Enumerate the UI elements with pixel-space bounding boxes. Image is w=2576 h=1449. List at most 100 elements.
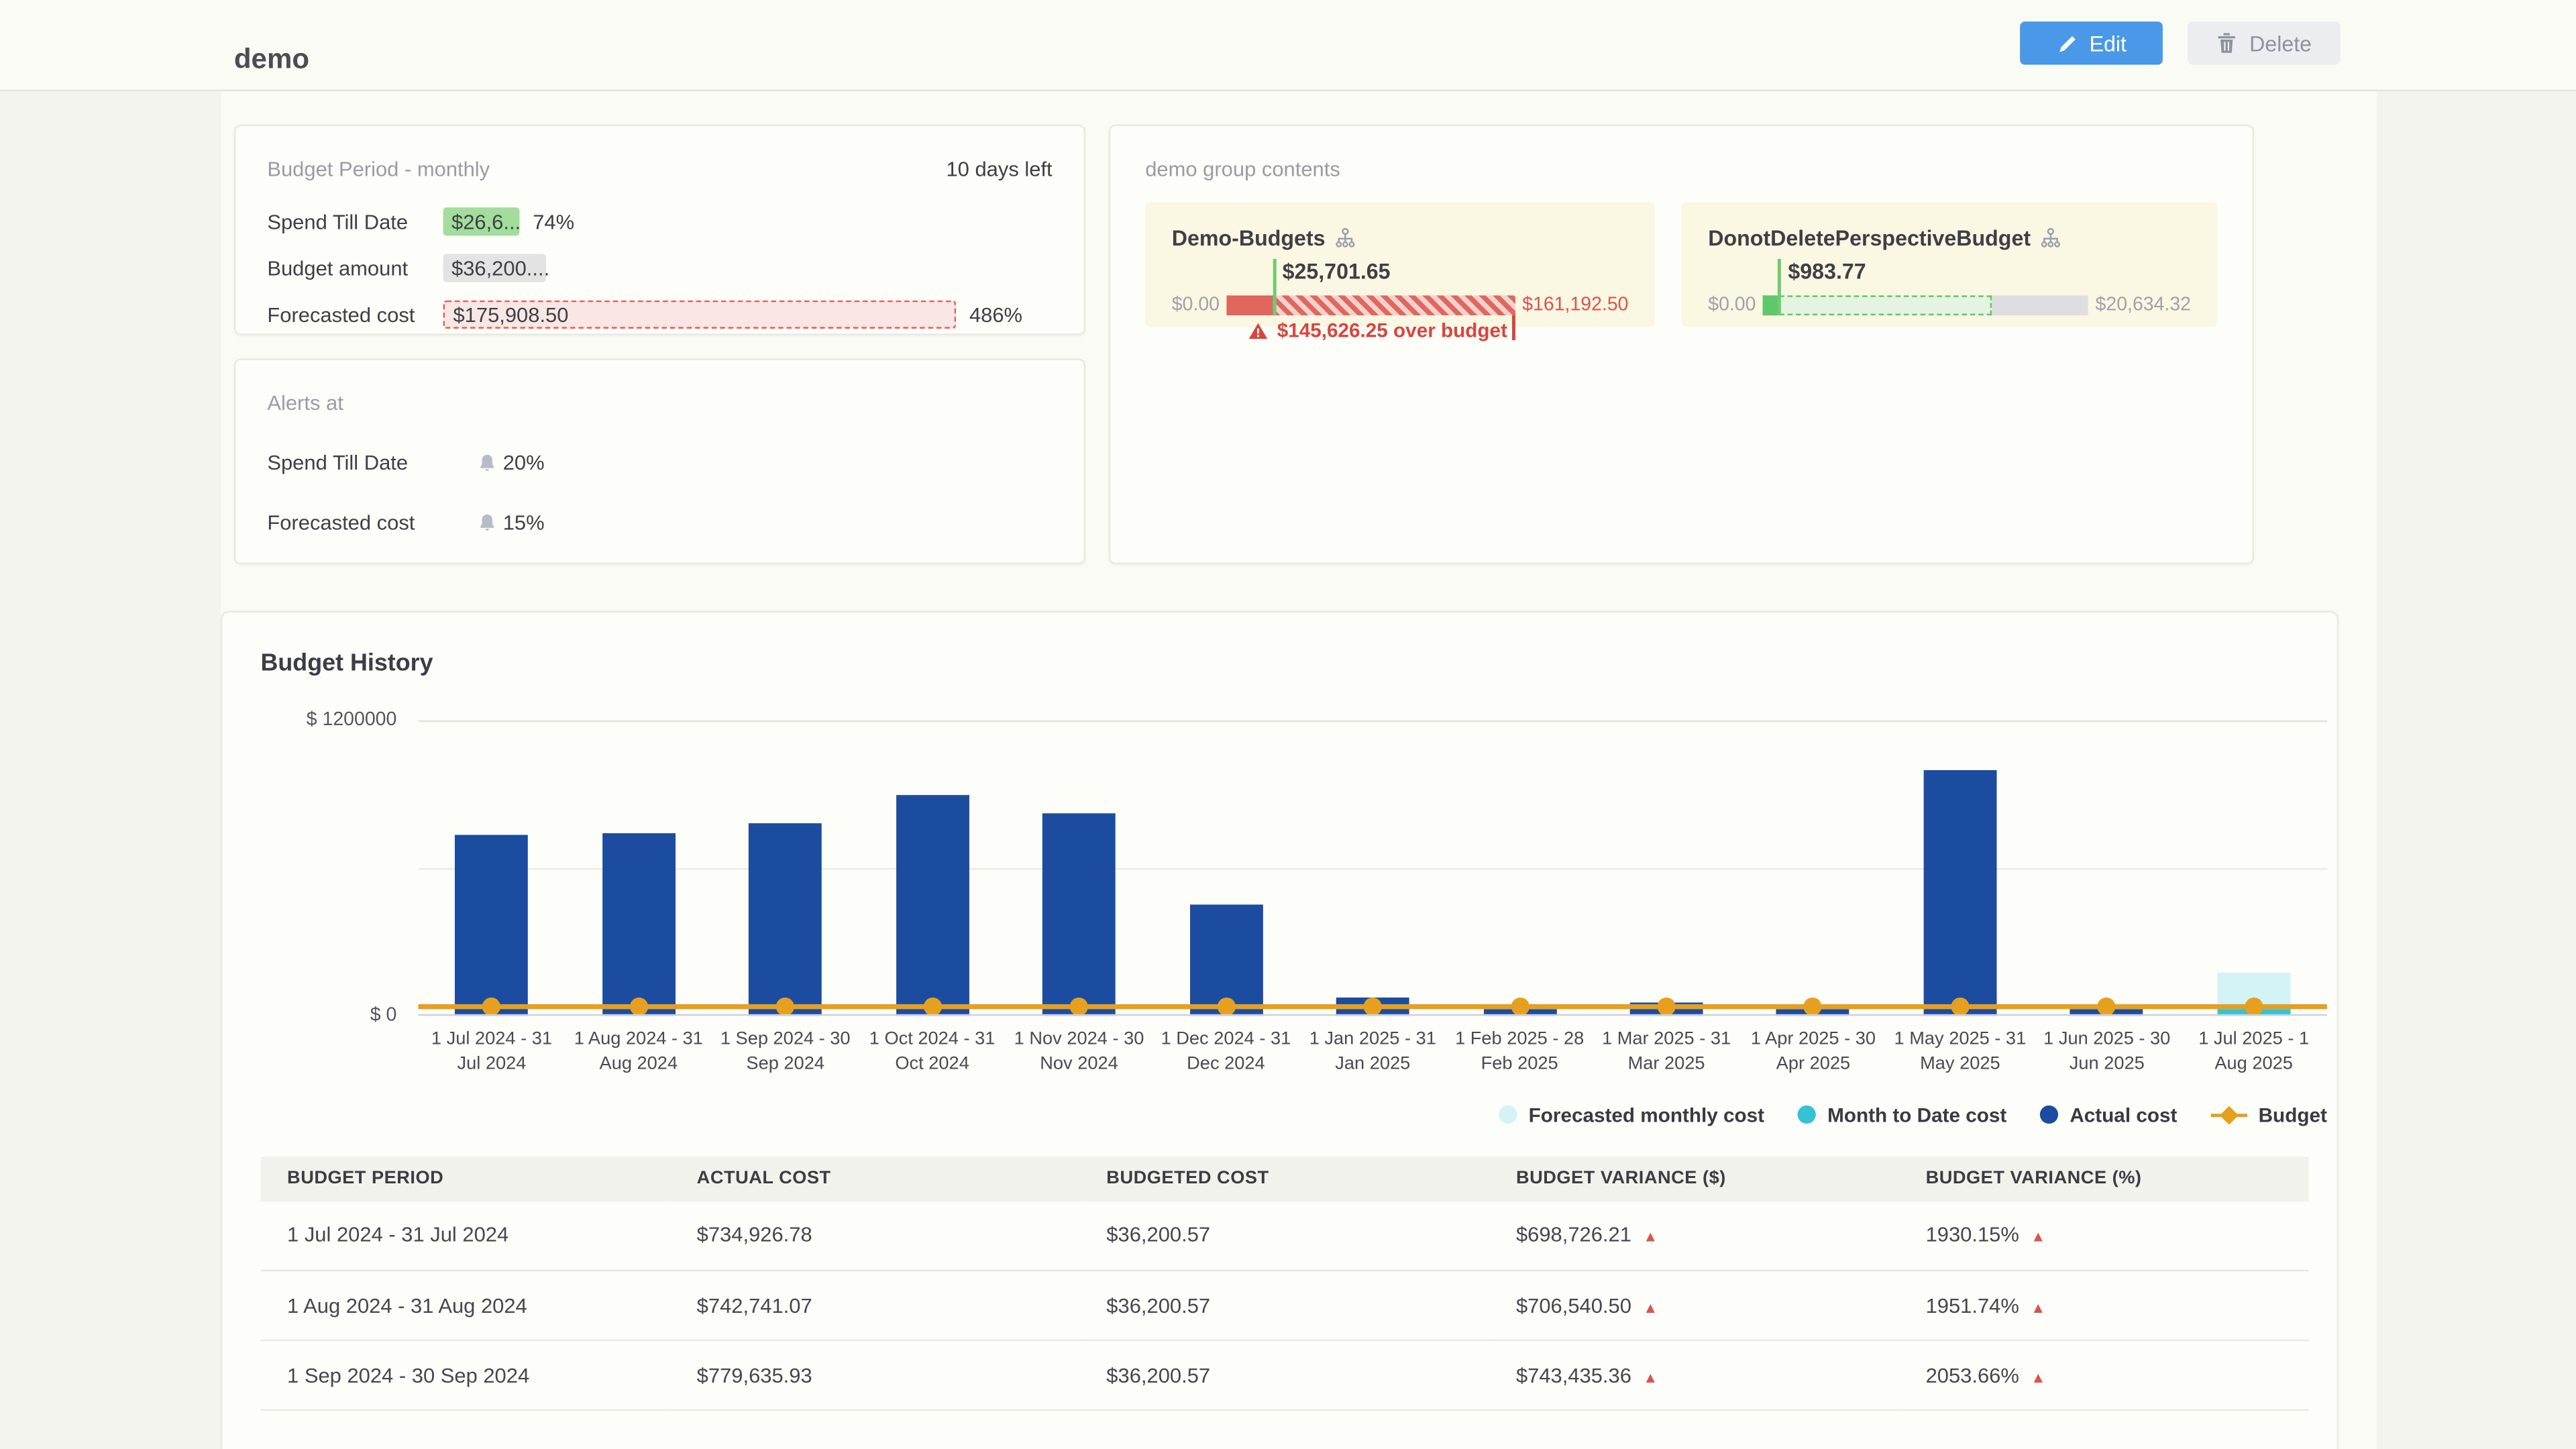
- increase-triangle-icon: ▲: [1643, 1368, 1658, 1385]
- chart-x-labels: 1 Jul 2024 - 31 Jul 20241 Aug 2024 - 31 …: [419, 1028, 2327, 1077]
- delete-button-label: Delete: [2249, 31, 2312, 56]
- budget-history-title: Budget History: [260, 651, 2298, 678]
- spend-marker-line: [1273, 259, 1276, 315]
- forecasted-cost-label: Forecasted cost: [267, 303, 443, 327]
- x-axis-label: 1 Dec 2024 - 31 Dec 2024: [1152, 1028, 1299, 1077]
- delete-button[interactable]: Delete: [2188, 21, 2341, 64]
- table-column-header: BUDGET VARIANCE ($): [1489, 1157, 1899, 1201]
- table-cell: $36,200.57: [1080, 1340, 1490, 1410]
- table-cell: 1 Jul 2024 - 31 Jul 2024: [260, 1201, 670, 1271]
- budget-point: [1217, 998, 1235, 1016]
- alerts-title: Alerts at: [267, 392, 1052, 415]
- legend-label: Month to Date cost: [1827, 1104, 2006, 1127]
- table-cell: $36,200.57: [1080, 1201, 1490, 1271]
- legend-item-forecasted-monthly-cost[interactable]: Forecasted monthly cost: [1499, 1104, 1764, 1127]
- increase-triangle-icon: ▲: [1643, 1229, 1658, 1246]
- chart-plot: [419, 720, 2327, 1016]
- bar-actual-cost: [455, 835, 529, 1016]
- table-column-header: BUDGETED COST: [1080, 1157, 1490, 1201]
- chart-slot: [859, 720, 1006, 1016]
- variance-cell: $698,726.21▲: [1489, 1201, 1899, 1271]
- legend-item-actual-cost[interactable]: Actual cost: [2040, 1104, 2178, 1127]
- budget-point: [1804, 998, 1822, 1016]
- page: demo Edit Delete Budget Period - monthly…: [0, 0, 2576, 1449]
- legend-marker: [1499, 1106, 1517, 1124]
- table-body: 1 Jul 2024 - 31 Jul 2024$734,926.78$36,2…: [260, 1201, 2308, 1411]
- budget-item-donotdelete[interactable]: DonotDeletePerspectiveBudget $0.00 $98: [1682, 203, 2218, 327]
- x-axis-label: 1 Jul 2025 - 1 Aug 2025: [2180, 1028, 2327, 1077]
- budget-progress-bar: $25,701.65 $145,626.25 over budget: [1226, 295, 1515, 315]
- top-bar: demo Edit Delete: [0, 0, 2576, 91]
- budget-point: [482, 998, 500, 1016]
- table-cell: 1 Aug 2024 - 31 Aug 2024: [260, 1271, 670, 1340]
- budget-point: [1070, 998, 1088, 1016]
- table-column-header: ACTUAL COST: [670, 1157, 1080, 1201]
- x-axis-label: 1 Apr 2025 - 30 Apr 2025: [1740, 1028, 1887, 1077]
- spend-till-date-percent: 74%: [533, 210, 574, 233]
- spend-marker-line: [1778, 259, 1782, 315]
- x-axis-label: 1 Mar 2025 - 31 Mar 2025: [1593, 1028, 1740, 1077]
- table-cell: $742,741.07: [670, 1271, 1080, 1340]
- budget-point: [2245, 998, 2263, 1016]
- budget-point: [629, 998, 647, 1016]
- x-axis-label: 1 Jun 2025 - 30 Jun 2025: [2033, 1028, 2180, 1077]
- chart-slot: [1446, 720, 1593, 1016]
- budget-history-card: Budget History $ 1200000 $ 0 1 Jul 2024 …: [221, 611, 2339, 1449]
- y-axis-label-top: $ 1200000: [307, 710, 397, 731]
- budget-amount-chip: $36,200....: [443, 254, 546, 282]
- budget-point: [1364, 998, 1382, 1016]
- legend-marker: [2210, 1106, 2247, 1124]
- alert-forecast-label: Forecasted cost: [267, 511, 478, 535]
- legend-marker: [2040, 1106, 2058, 1124]
- bar-actual-cost: [1042, 812, 1116, 1016]
- budget-period-card: Budget Period - monthly 10 days left Spe…: [234, 125, 1085, 335]
- legend-label: Budget: [2259, 1104, 2327, 1127]
- budget-point: [776, 998, 794, 1016]
- table-cell: $779,635.93: [670, 1340, 1080, 1410]
- alert-spend-percent: 20%: [503, 451, 545, 475]
- bar-actual-cost: [1923, 769, 1996, 1016]
- y-axis-label-zero: $ 0: [370, 1006, 397, 1026]
- increase-triangle-icon: ▲: [1643, 1299, 1658, 1316]
- bar-actual-cost: [896, 794, 969, 1016]
- forecasted-cost-percent: 486%: [969, 303, 1022, 327]
- budget-item-demo-budgets[interactable]: Demo-Budgets $0.00 $25,701.65: [1145, 203, 1655, 327]
- variance-cell: 1930.15%▲: [1899, 1201, 2309, 1271]
- spend-marker-value: $25,701.65: [1283, 259, 1391, 284]
- x-axis-label: 1 Oct 2024 - 31 Oct 2024: [859, 1028, 1006, 1077]
- chart-slot: [2180, 720, 2327, 1016]
- content-column: Budget Period - monthly 10 days left Spe…: [221, 91, 2377, 1449]
- spend-till-date-label: Spend Till Date: [267, 210, 443, 233]
- bell-icon: [478, 453, 496, 473]
- variance-cell: $743,435.36▲: [1489, 1340, 1899, 1410]
- legend-item-month-to-date-cost[interactable]: Month to Date cost: [1798, 1104, 2007, 1127]
- budget-progress-bar: $983.77: [1762, 295, 2088, 315]
- budget-point: [1657, 998, 1675, 1016]
- alert-forecast-percent: 15%: [503, 511, 545, 535]
- over-budget-note: $145,626.25 over budget: [1249, 319, 1507, 342]
- budget-history-table: BUDGET PERIODACTUAL COSTBUDGETED COSTBUD…: [260, 1157, 2308, 1411]
- budget-min-label: $0.00: [1708, 295, 1756, 315]
- table-cell: $734,926.78: [670, 1201, 1080, 1271]
- chart-slot: [565, 720, 712, 1016]
- x-axis-label: 1 Feb 2025 - 28 Feb 2025: [1446, 1028, 1593, 1077]
- budget-max-label: $20,634.32: [2096, 295, 2191, 315]
- chart-slot: [2033, 720, 2180, 1016]
- budget-min-label: $0.00: [1172, 295, 1220, 315]
- spend-till-date-chip: $26,6...: [443, 207, 520, 235]
- x-axis-line: [419, 1014, 2327, 1016]
- group-contents-title: demo group contents: [1145, 158, 2217, 181]
- chart-slot: [1299, 720, 1446, 1016]
- legend-item-budget[interactable]: Budget: [2210, 1104, 2327, 1127]
- chart-slot: [1006, 720, 1152, 1016]
- legend-label: Actual cost: [2070, 1104, 2177, 1127]
- spend-marker-value: $983.77: [1788, 259, 1866, 284]
- table-row: 1 Aug 2024 - 31 Aug 2024$742,741.07$36,2…: [260, 1271, 2308, 1340]
- variance-cell: 2053.66%▲: [1899, 1340, 2309, 1410]
- budget-amount-label: Budget amount: [267, 256, 443, 280]
- chart-slot: [1740, 720, 1887, 1016]
- budget-point: [1511, 998, 1529, 1016]
- bar-actual-cost: [749, 824, 822, 1016]
- edit-button[interactable]: Edit: [2020, 21, 2163, 64]
- legend-label: Forecasted monthly cost: [1529, 1104, 1764, 1127]
